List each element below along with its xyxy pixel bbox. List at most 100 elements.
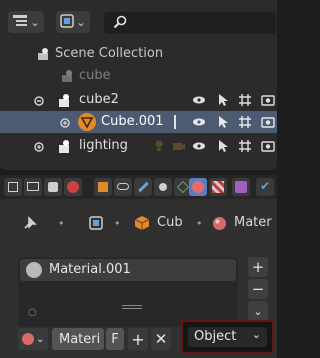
unlink-material-button[interactable]: ✕ [151, 328, 171, 350]
properties-tab-bar: ✔ [0, 175, 277, 199]
remove-slot-button[interactable]: − [248, 279, 268, 299]
texture-icon [212, 181, 224, 193]
holdout-grid-icon[interactable] [238, 93, 252, 107]
text-cursor [174, 115, 176, 129]
outliner-header: ⌄ ⌄ [0, 0, 277, 36]
filter-icon [60, 13, 75, 31]
collection-icon [60, 69, 74, 87]
collection-icon [56, 93, 72, 112]
browse-material-button[interactable]: ⌄ [18, 328, 48, 350]
material-slot-label: Material.001 [49, 262, 131, 277]
material-slot-item[interactable]: Material.001 [20, 259, 236, 281]
tab-tool[interactable] [4, 178, 22, 196]
breadcrumb: • • Cub • Mater [0, 209, 277, 237]
minus-icon: − [251, 280, 265, 298]
wrench-icon [138, 181, 149, 193]
separator-icon: • [196, 217, 203, 230]
link-mode-highlight: Object ⌄ [181, 320, 274, 354]
chevron-down-icon: ⌄ [36, 333, 45, 345]
fake-user-button[interactable]: F [106, 328, 124, 350]
outliner-display-icon [12, 14, 28, 31]
plus-icon: + [251, 258, 265, 276]
expand-icon[interactable] [34, 141, 44, 156]
tab-texture[interactable] [209, 178, 227, 196]
row-label: lighting [79, 138, 128, 153]
separator-icon: • [58, 217, 65, 230]
checkmark-icon: ✔ [260, 179, 271, 193]
tab-material[interactable] [189, 178, 207, 196]
chevron-down-icon: ⌄ [253, 304, 263, 318]
eye-icon[interactable] [192, 115, 206, 129]
chevron-down-icon: ⌄ [30, 15, 40, 29]
material-browse-icon [22, 333, 34, 345]
plus-icon: + [131, 329, 145, 349]
fake-user-label: F [111, 331, 119, 347]
render-icon [27, 182, 39, 191]
slot-specials-button[interactable]: ⌄ [248, 301, 268, 321]
camera-object-icon [172, 139, 186, 153]
camera-render-icon[interactable] [261, 139, 275, 153]
link-mode-dropdown[interactable]: Object ⌄ [188, 327, 267, 347]
output-icon [48, 182, 58, 192]
material-name-label: Materi [59, 331, 101, 347]
cursor-select-icon[interactable] [216, 139, 230, 153]
camera-render-icon[interactable] [261, 93, 275, 107]
outliner-panel: ⌄ ⌄ Scene Collection cube cube2 Cube.001… [0, 0, 277, 170]
object-cube-icon [134, 215, 150, 235]
mesh-data-icon [177, 181, 189, 193]
collection-icon [56, 139, 72, 158]
tab-shader-fx[interactable] [232, 178, 250, 196]
search-input[interactable] [130, 14, 270, 32]
row-label: Cube.001 [101, 114, 164, 129]
world-icon [67, 181, 79, 193]
expand-icon[interactable] [60, 117, 70, 132]
material-name-field[interactable]: Materi [52, 328, 104, 350]
eye-icon[interactable] [192, 93, 206, 107]
breadcrumb-material-name: Mater [234, 215, 272, 230]
outliner-row-cube-001[interactable]: Cube.001 [0, 111, 277, 133]
tab-particles[interactable] [154, 178, 172, 196]
chevron-down-icon: ⌄ [251, 328, 261, 341]
outliner-row-lighting[interactable]: lighting [0, 135, 277, 157]
breadcrumb-object-name: Cub [157, 215, 183, 230]
cursor-select-icon[interactable] [216, 93, 230, 107]
holdout-grid-icon[interactable] [238, 115, 252, 129]
tab-scene-data[interactable]: ✔ [256, 178, 274, 196]
outliner-row-scene-collection[interactable]: Scene Collection [0, 43, 277, 65]
cursor-select-icon[interactable] [216, 115, 230, 129]
display-mode-dropdown[interactable]: ⌄ [8, 11, 44, 33]
resize-handle[interactable] [122, 305, 142, 309]
add-slot-button[interactable]: + [248, 257, 268, 277]
material-sphere-icon [212, 216, 227, 235]
chevron-down-icon: ⌄ [76, 15, 86, 29]
filter-dropdown[interactable]: ⌄ [56, 11, 90, 33]
light-icon [152, 139, 166, 153]
close-icon: ✕ [154, 330, 168, 348]
drag-dot-icon[interactable]: ○ [28, 307, 37, 318]
tab-modifiers[interactable] [134, 178, 152, 196]
camera-render-icon[interactable] [261, 115, 275, 129]
eye-icon[interactable] [192, 139, 206, 153]
link-icon [117, 183, 129, 190]
search-icon [113, 15, 127, 33]
search-field[interactable] [104, 12, 276, 34]
collapse-icon[interactable] [34, 95, 44, 110]
tab-constraints[interactable] [114, 178, 132, 196]
tool-icon [8, 182, 18, 192]
pin-icon[interactable] [22, 215, 38, 235]
tab-world[interactable] [64, 178, 82, 196]
tab-output[interactable] [44, 178, 62, 196]
tab-render[interactable] [24, 178, 42, 196]
particles-icon [159, 183, 167, 191]
shader-icon [235, 181, 247, 193]
new-material-button[interactable]: + [128, 328, 148, 350]
outliner-row-cube2[interactable]: cube2 [0, 89, 277, 111]
object-icon [98, 182, 108, 192]
row-label: Scene Collection [55, 46, 164, 61]
link-mode-value: Object [194, 329, 237, 344]
outliner-row-cube[interactable]: cube [0, 65, 277, 87]
collection-icon [36, 47, 50, 65]
tab-object[interactable] [94, 178, 112, 196]
material-icon [192, 181, 204, 193]
holdout-grid-icon[interactable] [238, 139, 252, 153]
